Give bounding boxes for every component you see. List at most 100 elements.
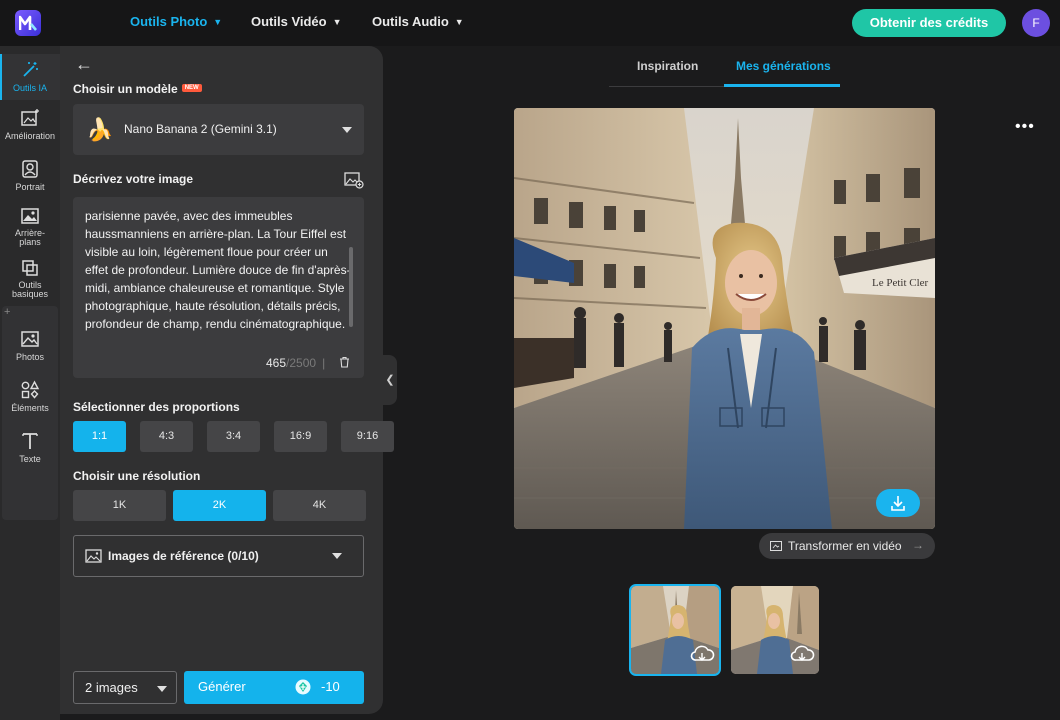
- chevron-down-icon: ▼: [213, 16, 223, 27]
- model-name: Nano Banana 2 (Gemini 3.1): [124, 122, 277, 136]
- resolution-options: 1K 2K 4K: [73, 490, 366, 521]
- resolution-section-label: Choisir une résolution: [73, 469, 201, 483]
- get-credits-button[interactable]: Obtenir des crédits: [852, 9, 1006, 37]
- nav-label: Outils Vidéo: [251, 14, 327, 29]
- nav-outils-video[interactable]: Outils Vidéo ▼: [251, 14, 342, 29]
- rail-label: Amélioration: [4, 131, 56, 141]
- generate-button[interactable]: Générer -10: [184, 671, 364, 704]
- active-tab-indicator: [724, 84, 840, 87]
- thumbnail-1[interactable]: [629, 584, 721, 676]
- rail-label: Arrière-plans: [14, 228, 45, 247]
- ratio-options: 1:1 4:3 3:4 16:9 9:16: [73, 421, 394, 452]
- top-bar: Outils Photo ▼ Outils Vidéo ▼ Outils Audio…: [0, 0, 1060, 46]
- rail-label: Outils IA: [12, 83, 47, 93]
- rail-item-outils-basiques[interactable]: Outils basiques: [0, 258, 60, 299]
- ratio-3-4-button[interactable]: 3:4: [207, 421, 260, 452]
- magic-wand-icon: [23, 62, 38, 77]
- image-count-value: 2 images: [85, 680, 138, 695]
- portrait-icon: [22, 160, 38, 178]
- back-arrow-icon[interactable]: ←: [75, 54, 93, 75]
- thumbnail-2[interactable]: [731, 586, 819, 674]
- model-section-label: Choisir un modèle NEW: [73, 82, 202, 96]
- prompt-text: parisienne pavée, avec des immeubles hau…: [85, 209, 351, 331]
- cloud-download-icon[interactable]: [689, 644, 715, 664]
- caret-down-icon: [342, 127, 352, 133]
- ratio-4-3-button[interactable]: 4:3: [140, 421, 193, 452]
- resolution-2k-button[interactable]: 2K: [173, 490, 266, 521]
- image-upload-icon[interactable]: [344, 171, 364, 189]
- ratio-9-16-button[interactable]: 9:16: [341, 421, 394, 452]
- reference-images-dropdown[interactable]: Images de référence (0/10): [73, 535, 364, 577]
- char-counter: 465/2500 |: [266, 356, 326, 370]
- rail-item-photos[interactable]: Photos: [0, 329, 60, 362]
- paris-street-image: Le Petit Cler: [514, 108, 935, 529]
- rail-label: Portrait: [15, 182, 45, 192]
- more-options-icon[interactable]: •••: [1015, 118, 1035, 136]
- rail-label: Outils basiques: [11, 280, 49, 299]
- download-button[interactable]: [876, 489, 920, 517]
- video-icon: [770, 541, 782, 551]
- nav-label: Outils Audio: [372, 14, 449, 29]
- nav-label: Outils Photo: [130, 14, 208, 29]
- photo-icon: [21, 331, 39, 347]
- generation-panel: ← Choisir un modèle NEW 🍌 Nano Banana 2 (…: [60, 46, 394, 714]
- tool-rail: Outils IA Amélioration Portrait Arrière-…: [0, 46, 60, 720]
- ratio-section-label: Sélectionner des proportions: [73, 400, 240, 414]
- rail-item-portrait[interactable]: Portrait: [0, 159, 60, 192]
- ratio-16-9-button[interactable]: 16:9: [274, 421, 327, 452]
- chevron-down-icon: ▼: [454, 16, 464, 27]
- image-count-dropdown[interactable]: 2 images: [73, 671, 177, 704]
- rail-item-outils-ia[interactable]: Outils IA: [0, 54, 60, 100]
- resolution-4k-button[interactable]: 4K: [273, 490, 366, 521]
- nav-outils-audio[interactable]: Outils Audio ▼: [372, 14, 464, 29]
- images-icon: [85, 549, 102, 563]
- caret-down-icon: [157, 686, 167, 692]
- new-badge: NEW: [181, 84, 202, 92]
- generate-label: Générer: [198, 679, 246, 694]
- collapse-panel-handle[interactable]: ❮: [383, 355, 397, 405]
- image-enhance-icon: [21, 109, 39, 126]
- model-dropdown[interactable]: 🍌 Nano Banana 2 (Gemini 3.1): [73, 104, 364, 155]
- prompt-scrollbar[interactable]: [349, 247, 353, 327]
- cloud-download-icon[interactable]: [789, 644, 815, 664]
- avatar[interactable]: F: [1022, 9, 1050, 37]
- transform-to-video-button[interactable]: Transformer en vidéo →: [759, 533, 935, 559]
- rail-item-elements[interactable]: Éléments: [0, 380, 60, 413]
- app-logo[interactable]: [15, 10, 41, 36]
- prompt-textarea[interactable]: parisienne pavée, avec des immeubles hau…: [73, 197, 364, 378]
- banana-icon: 🍌: [86, 117, 114, 142]
- shapes-icon: [21, 380, 40, 399]
- tab-mes-generations[interactable]: Mes générations: [736, 59, 831, 73]
- trash-icon[interactable]: [339, 356, 350, 368]
- tab-inspiration[interactable]: Inspiration: [637, 59, 698, 73]
- generate-cost: -10: [321, 679, 340, 694]
- char-count: 465: [266, 356, 287, 370]
- nav-outils-photo[interactable]: Outils Photo ▼: [130, 14, 222, 29]
- generated-image[interactable]: Le Petit Cler: [514, 108, 935, 529]
- rail-label: Photos: [15, 352, 45, 362]
- caret-down-icon: [332, 553, 342, 559]
- ratio-1-1-button[interactable]: 1:1: [73, 421, 126, 452]
- text-icon: [22, 433, 38, 449]
- model-label-text: Choisir un modèle: [73, 82, 178, 96]
- char-max: /2500: [286, 356, 317, 370]
- prompt-section-label: Décrivez votre image: [73, 172, 194, 186]
- gallery-tabs: Inspiration Mes générations: [609, 50, 840, 87]
- chevron-down-icon: ▼: [332, 16, 342, 27]
- rail-label: Éléments: [11, 403, 49, 413]
- download-icon: [891, 496, 905, 511]
- rail-item-texte[interactable]: Texte: [0, 431, 60, 464]
- reference-images-label: Images de référence (0/10): [108, 549, 259, 563]
- rail-item-arriere-plans[interactable]: Arrière-plans: [0, 206, 60, 247]
- rail-item-amelioration[interactable]: Amélioration: [0, 108, 60, 141]
- crop-icon: [22, 260, 38, 276]
- rail-add-separator: +: [4, 306, 11, 318]
- background-icon: [21, 208, 39, 224]
- transform-label: Transformer en vidéo: [788, 539, 902, 553]
- chevron-left-icon: ❮: [385, 374, 395, 386]
- resolution-1k-button[interactable]: 1K: [73, 490, 166, 521]
- arrow-right-icon: →: [912, 538, 924, 552]
- credit-gem-icon: [295, 679, 311, 695]
- storefront-sign: Le Petit Cler: [872, 277, 929, 289]
- rail-label: Texte: [19, 454, 41, 464]
